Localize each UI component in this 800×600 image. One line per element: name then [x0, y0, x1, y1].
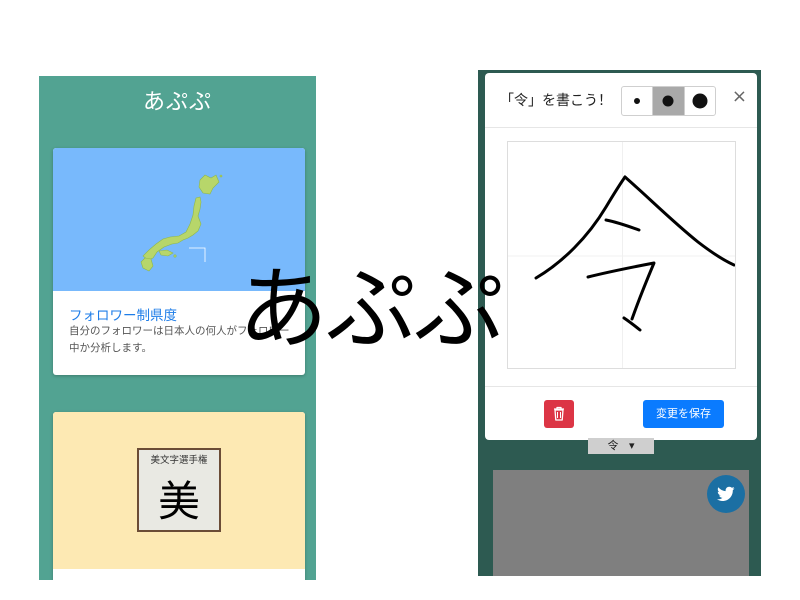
dot-large-icon [692, 93, 708, 109]
kanji-select-value: 令 [607, 439, 619, 452]
logo-text: あぷぷ [238, 257, 504, 362]
close-icon[interactable]: × [732, 87, 747, 107]
save-changes-button[interactable]: 変更を保存 [643, 400, 724, 428]
card-title[interactable]: フォロワー制県度 [69, 304, 177, 324]
trash-icon [554, 406, 564, 421]
brush-small-button[interactable] [622, 87, 654, 115]
modal-title: 「令」を書こう！ [500, 93, 612, 109]
award-glyph: 美 [157, 477, 200, 526]
dot-medium-icon [662, 95, 674, 107]
brush-medium-button[interactable] [653, 87, 685, 115]
app-title: あぷぷ [142, 90, 212, 115]
award-frame: 美文字選手権 美 [137, 448, 221, 532]
brush-large-button[interactable] [685, 87, 715, 115]
modal-footer: 変更を保存 [485, 386, 757, 440]
award-image: 美文字選手権 美 [53, 412, 305, 569]
award-caption: 美文字選手権 [150, 455, 208, 466]
twitter-share-button[interactable] [707, 475, 745, 513]
modal-header: 「令」を書こう！ × [485, 73, 757, 128]
brush-size-group [621, 86, 716, 116]
caret-down-icon: ▾ [621, 439, 635, 452]
dot-small-icon [634, 98, 641, 104]
kanji-select[interactable]: 令 ▾ [588, 438, 654, 454]
delete-button[interactable] [544, 400, 574, 428]
beautiful-writing-card[interactable]: 美文字選手権 美 [53, 412, 305, 580]
twitter-icon [717, 486, 735, 501]
